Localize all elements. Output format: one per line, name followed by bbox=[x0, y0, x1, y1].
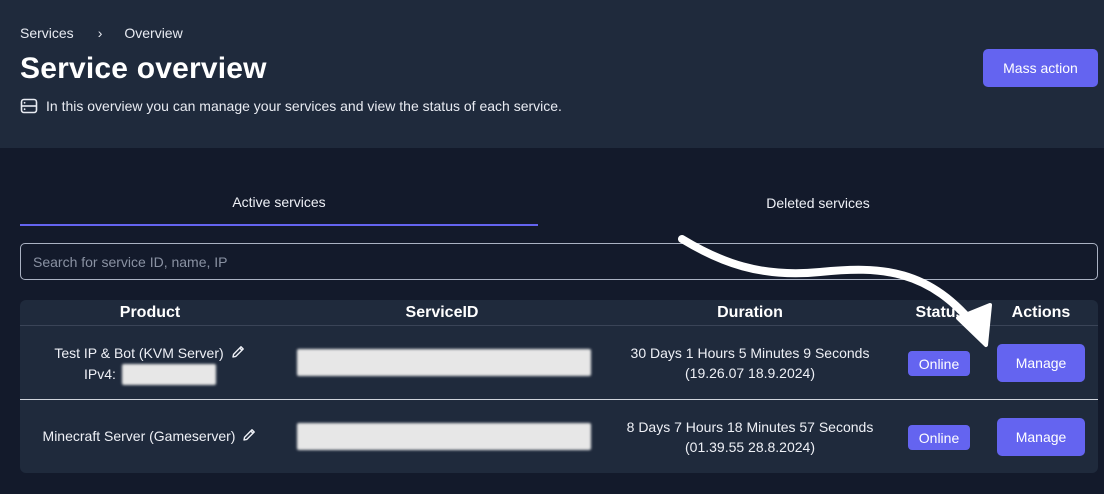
duration-date: (01.39.55 28.8.2024) bbox=[685, 439, 815, 455]
page-header: Services › Overview Service overview In … bbox=[0, 0, 1104, 148]
page-title: Service overview bbox=[20, 52, 267, 85]
redacted-service-id bbox=[297, 349, 591, 376]
column-header-product: Product bbox=[119, 304, 181, 321]
product-name: Minecraft Server (Gameserver) bbox=[42, 428, 236, 444]
product-cell: Test IP & Bot (KVM Server) bbox=[20, 343, 280, 363]
mass-action-button[interactable]: Mass action bbox=[983, 49, 1098, 87]
server-icon bbox=[20, 98, 38, 114]
chevron-right-icon: › bbox=[97, 25, 103, 41]
pencil-icon[interactable] bbox=[241, 427, 257, 443]
column-header-actions: Actions bbox=[1011, 304, 1071, 321]
service-tabs: Active services Deleted services bbox=[20, 180, 1098, 226]
redacted-ip bbox=[122, 364, 216, 385]
services-table: Product ServiceID Duration Status Action… bbox=[20, 300, 1098, 473]
tab-deleted-services[interactable]: Deleted services bbox=[538, 180, 1098, 226]
breadcrumb: Services › Overview bbox=[20, 24, 183, 42]
subtitle-text: In this overview you can manage your ser… bbox=[46, 98, 562, 114]
product-name: Test IP & Bot (KVM Server) bbox=[54, 345, 224, 361]
page-subtitle: In this overview you can manage your ser… bbox=[20, 97, 562, 115]
ipv4-label: IPv4: bbox=[84, 366, 116, 382]
duration-cell: 8 Days 7 Hours 18 Minutes 57 Seconds (01… bbox=[600, 417, 900, 457]
tab-active-services[interactable]: Active services bbox=[20, 180, 538, 226]
table-header: Product ServiceID Duration Status Action… bbox=[20, 300, 1098, 326]
redacted-service-id bbox=[297, 423, 591, 450]
breadcrumb-overview: Overview bbox=[124, 25, 183, 41]
status-badge: Online bbox=[908, 351, 970, 376]
breadcrumb-services[interactable]: Services bbox=[20, 25, 74, 41]
column-header-status: Status bbox=[915, 304, 965, 321]
manage-button[interactable]: Manage bbox=[997, 344, 1085, 382]
search-input[interactable] bbox=[20, 243, 1098, 280]
product-cell: Minecraft Server (Gameserver) bbox=[20, 426, 280, 446]
duration-cell: 30 Days 1 Hours 5 Minutes 9 Seconds (19.… bbox=[600, 343, 900, 383]
status-badge: Online bbox=[908, 425, 970, 450]
manage-button[interactable]: Manage bbox=[997, 418, 1085, 456]
duration-text: 8 Days 7 Hours 18 Minutes 57 Seconds bbox=[626, 419, 874, 435]
column-header-duration: Duration bbox=[717, 304, 783, 321]
duration-date: (19.26.07 18.9.2024) bbox=[685, 365, 815, 381]
table-row: Test IP & Bot (KVM Server) IPv4: 30 Days… bbox=[20, 327, 1098, 400]
column-header-serviceid: ServiceID bbox=[405, 304, 479, 321]
duration-text: 30 Days 1 Hours 5 Minutes 9 Seconds bbox=[630, 345, 870, 361]
table-row: Minecraft Server (Gameserver) 8 Days 7 H… bbox=[20, 401, 1098, 473]
pencil-icon[interactable] bbox=[230, 344, 246, 360]
